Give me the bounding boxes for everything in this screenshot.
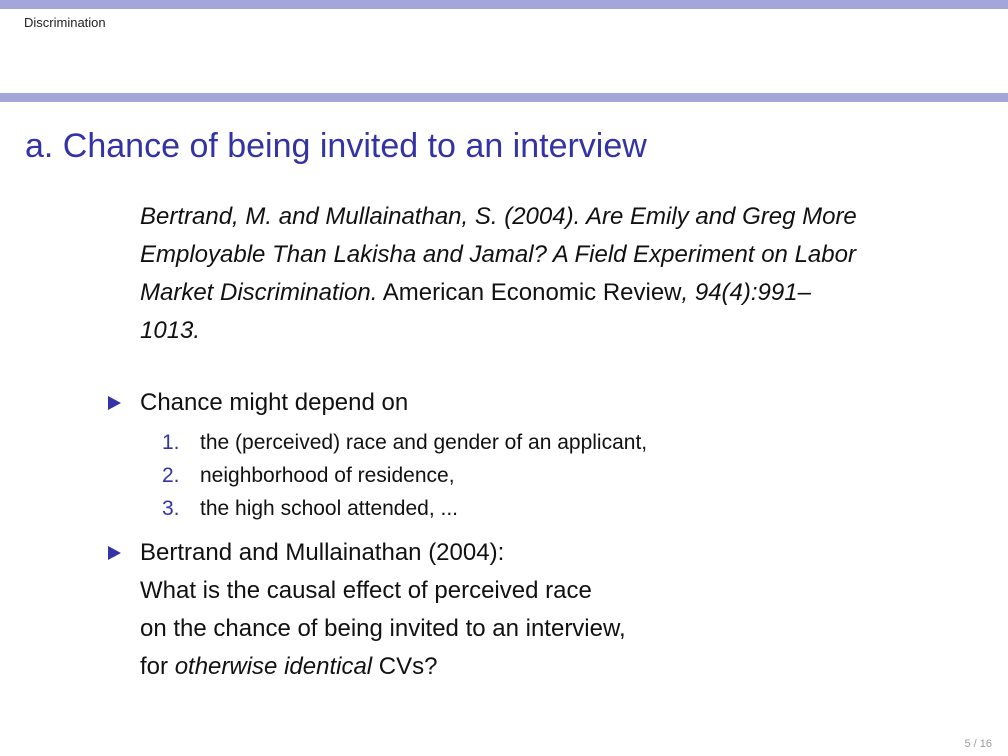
triangle-bullet-icon — [108, 396, 121, 410]
bullet-line-prefix: for — [140, 653, 175, 680]
list-item-number: 1. — [162, 431, 180, 454]
bullet-text: Bertrand and Mullainathan (2004): What i… — [140, 534, 626, 686]
bullet-line-suffix: CVs? — [372, 653, 438, 680]
bullet-line: on the chance of being invited to an int… — [140, 615, 626, 642]
header-bar — [0, 0, 1008, 9]
section-label: Discrimination — [24, 15, 106, 30]
title-separator-bar — [0, 93, 1008, 102]
citation-journal: American Economic Review — [377, 279, 682, 306]
page-number: 5 / 16 — [964, 738, 992, 750]
bullet-text: Chance might depend on — [140, 389, 409, 416]
list-item-text: neighborhood of residence, — [200, 464, 455, 487]
list-item-text: the high school attended, ... — [200, 497, 459, 520]
citation: Bertrand, M. and Mullainathan, S. (2004)… — [140, 198, 860, 350]
triangle-bullet-icon — [108, 546, 121, 560]
bullet-line: Bertrand and Mullainathan (2004): — [140, 539, 505, 566]
list-item-text: the (perceived) race and gender of an ap… — [200, 431, 648, 454]
list-item-number: 3. — [162, 497, 180, 520]
bullet-line: What is the causal effect of perceived r… — [140, 577, 592, 604]
list-item-number: 2. — [162, 464, 180, 487]
bullet-line-emphasis: otherwise identical — [174, 653, 373, 680]
slide-title: a. Chance of being invited to an intervi… — [25, 127, 647, 165]
bullet-line: for otherwise identical CVs? — [140, 648, 626, 686]
